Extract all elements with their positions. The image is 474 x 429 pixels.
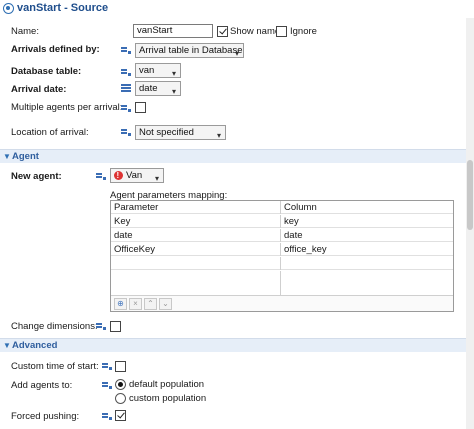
new-agent-select[interactable]: Van ▾	[110, 168, 164, 183]
database-table-icon[interactable]	[121, 84, 132, 94]
dynamic-value-icon[interactable]	[121, 68, 131, 77]
default-population-label: default population	[129, 379, 205, 390]
location-select-value: Not specified	[139, 127, 194, 138]
collapse-caret-icon: ▼	[3, 152, 11, 161]
dynamic-value-icon[interactable]	[102, 412, 112, 421]
name-label: Name:	[11, 26, 39, 37]
arrivals-select[interactable]: Arrival table in Database ▾	[135, 43, 244, 58]
table-header-row: Parameter Column	[111, 201, 453, 214]
chevron-down-icon: ▾	[171, 69, 176, 78]
column-cell[interactable]: key	[281, 215, 453, 228]
custom-population-label: custom population	[129, 393, 207, 404]
title-bar: vanStart - Source	[0, 0, 474, 18]
multiple-agents-label: Multiple agents per arrival:	[11, 102, 123, 113]
location-label: Location of arrival:	[11, 127, 89, 138]
advanced-section-header[interactable]: ▼ Advanced	[0, 338, 466, 352]
source-block-icon	[3, 3, 14, 14]
table-row[interactable]: Key key	[111, 215, 453, 228]
agent-type-icon	[114, 169, 123, 182]
show-name-checkbox[interactable]	[217, 26, 228, 37]
dynamic-value-icon[interactable]	[121, 104, 131, 113]
dynamic-value-icon[interactable]	[102, 362, 112, 371]
dynamic-value-icon[interactable]	[121, 128, 131, 137]
empty-cell	[281, 271, 453, 295]
table-toolbar: ⊕ × ⌃ ⌄	[111, 295, 453, 311]
advanced-section-title: Advanced	[12, 340, 58, 351]
chevron-down-icon: ▾	[216, 131, 221, 140]
arrivals-select-value: Arrival table in Database	[139, 45, 243, 56]
move-up-icon[interactable]: ⌃	[144, 298, 157, 310]
table-row-empty	[111, 257, 453, 270]
multiple-agents-checkbox[interactable]	[135, 102, 146, 113]
ignore-label: Ignore	[290, 26, 317, 37]
forced-pushing-label: Forced pushing:	[11, 411, 80, 422]
parameter-cell[interactable]: date	[111, 229, 281, 242]
column-cell[interactable]: office_key	[281, 243, 453, 256]
show-name-label: Show name	[230, 26, 281, 37]
panel-title: vanStart - Source	[17, 2, 109, 14]
add-row-icon[interactable]: ⊕	[114, 298, 127, 310]
chevron-down-icon: ▾	[171, 87, 176, 96]
custom-time-checkbox[interactable]	[115, 361, 126, 372]
column-cell[interactable]: date	[281, 229, 453, 242]
new-agent-value: Van	[126, 170, 143, 181]
scrollbar-thumb[interactable]	[467, 160, 473, 230]
custom-population-radio[interactable]	[115, 393, 126, 404]
chevron-down-icon: ▾	[234, 49, 239, 58]
agent-section-header[interactable]: ▼ Agent	[0, 149, 466, 163]
empty-cell	[111, 271, 281, 295]
agent-section-title: Agent	[12, 151, 39, 162]
add-agents-label: Add agents to:	[11, 380, 73, 391]
database-table-value: van	[139, 65, 155, 76]
table-row[interactable]: OfficeKey office_key	[111, 243, 453, 256]
dynamic-value-icon[interactable]	[102, 381, 112, 390]
move-down-icon[interactable]: ⌄	[159, 298, 172, 310]
change-dimensions-label: Change dimensions:	[11, 321, 98, 332]
chevron-down-icon: ▾	[154, 174, 159, 183]
change-dimensions-checkbox[interactable]	[110, 321, 121, 332]
new-agent-label: New agent:	[11, 171, 62, 182]
table-row[interactable]: date date	[111, 229, 453, 242]
database-table-select[interactable]: van ▾	[135, 63, 181, 78]
location-select[interactable]: Not specified ▾	[135, 125, 226, 140]
arrivals-label: Arrivals defined by:	[11, 44, 100, 55]
column-header: Parameter	[111, 201, 281, 214]
custom-time-label: Custom time of start:	[11, 361, 99, 372]
collapse-caret-icon: ▼	[3, 341, 11, 350]
arrival-date-value: date	[139, 83, 158, 94]
parameter-cell[interactable]: OfficeKey	[111, 243, 281, 256]
remove-row-icon[interactable]: ×	[129, 298, 142, 310]
database-table-label: Database table:	[11, 66, 82, 77]
dynamic-value-icon[interactable]	[96, 322, 106, 331]
parameters-mapping-table: Parameter Column Key key date date Offic…	[110, 200, 454, 312]
dynamic-value-icon[interactable]	[121, 46, 131, 55]
arrival-date-select[interactable]: date ▾	[135, 81, 181, 96]
parameter-cell[interactable]: Key	[111, 215, 281, 228]
empty-cell	[281, 257, 453, 270]
empty-cell	[111, 257, 281, 270]
dynamic-value-icon[interactable]	[96, 172, 106, 181]
name-input[interactable]: vanStart	[133, 24, 213, 38]
column-header: Column	[284, 202, 317, 213]
arrival-date-label: Arrival date:	[11, 84, 67, 95]
forced-pushing-checkbox[interactable]	[115, 410, 126, 421]
ignore-checkbox[interactable]	[276, 26, 287, 37]
table-row-empty	[111, 271, 453, 295]
default-population-radio[interactable]	[115, 379, 126, 390]
